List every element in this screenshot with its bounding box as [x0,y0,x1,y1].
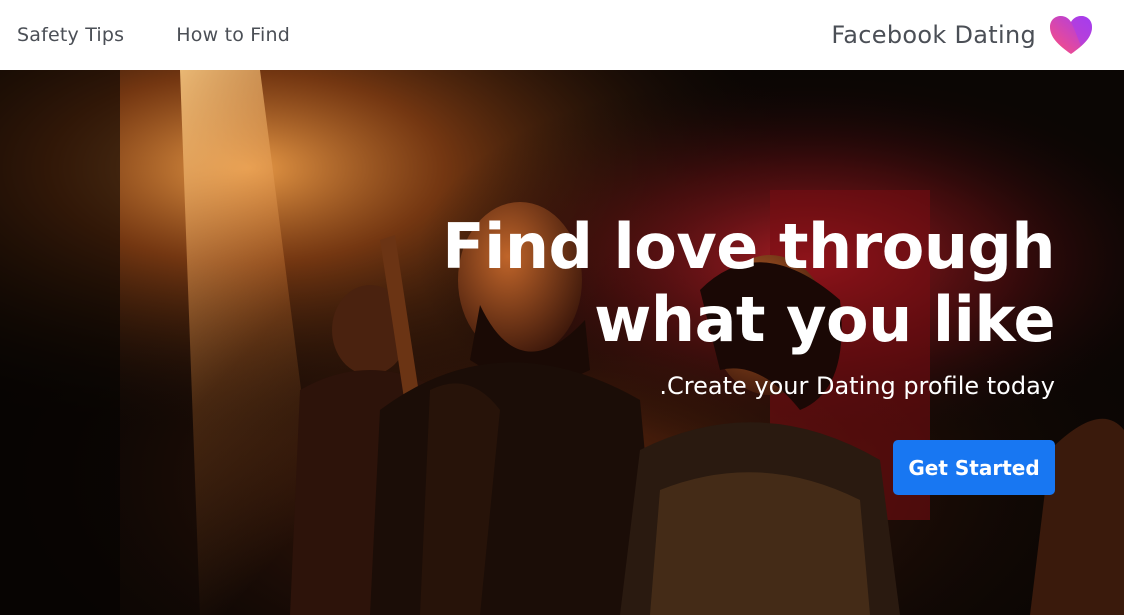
top-navigation-bar: Safety Tips How to Find Facebook Dating [0,0,1124,70]
hero-headline-line-1: Find love through [442,210,1055,283]
nav-links: Safety Tips How to Find [17,0,342,70]
brand[interactable]: Facebook Dating [831,0,1094,70]
hero-subheadline: .Create your Dating profile today [659,372,1055,400]
nav-link-safety-tips[interactable]: Safety Tips [17,24,124,46]
heart-logo-svg [1050,16,1092,54]
heart-icon [1048,14,1094,56]
hero-section: Find love through what you like .Create … [0,70,1124,615]
hero-headline: Find love through what you like [355,210,1055,356]
brand-name: Facebook Dating [831,21,1036,49]
nav-link-how-to-find[interactable]: How to Find [176,24,290,46]
hero-text-block: Find love through what you like .Create … [355,210,1055,402]
hero-headline-line-2: what you like [594,283,1055,356]
get-started-button[interactable]: Get Started [893,440,1055,495]
